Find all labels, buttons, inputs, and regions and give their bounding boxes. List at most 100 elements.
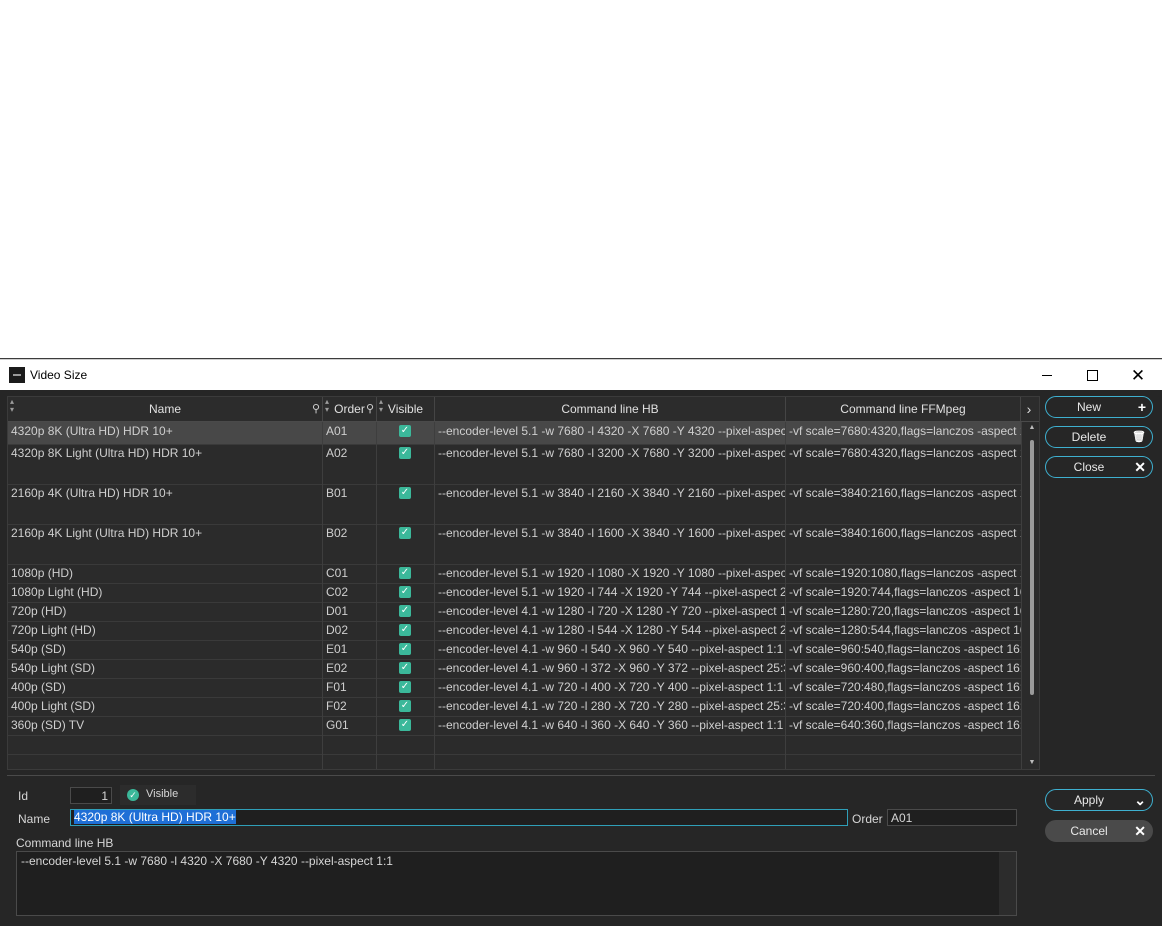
cell-name[interactable]: 540p Light (SD)	[8, 659, 323, 678]
visible-check-icon[interactable]: ✓	[399, 681, 411, 693]
cell-hb[interactable]: --encoder-level 4.1 -w 1280 -l 720 -X 12…	[435, 602, 786, 621]
cell-ffmpeg[interactable]: -vf scale=640:360,flags=lanczos -aspect …	[786, 716, 1022, 735]
cell-order[interactable]: C01	[323, 564, 377, 583]
name-field[interactable]: 4320p 8K (Ultra HD) HDR 10+	[70, 809, 848, 826]
visible-check-icon[interactable]: ✓	[399, 487, 411, 499]
cell-visible[interactable]: ✓	[377, 697, 435, 716]
cell-visible[interactable]: ✓	[377, 564, 435, 583]
id-field[interactable]	[70, 787, 112, 804]
cell-hb[interactable]: --encoder-level 4.1 -w 640 -l 360 -X 640…	[435, 716, 786, 735]
cell-order[interactable]: F01	[323, 678, 377, 697]
cell-visible[interactable]: ✓	[377, 602, 435, 621]
cell-ffmpeg[interactable]: -vf scale=720:480,flags=lanczos -aspect …	[786, 678, 1022, 697]
visible-check-icon[interactable]: ✓	[399, 567, 411, 579]
cell-visible[interactable]: ✓	[377, 659, 435, 678]
cell-name[interactable]: 2160p 4K Light (Ultra HD) HDR 10+	[8, 524, 323, 564]
visible-check-icon[interactable]: ✓	[399, 527, 411, 539]
table-row[interactable]: 2160p 4K (Ultra HD) HDR 10+ B01 ✓ --encoder…	[8, 484, 1022, 525]
table-row[interactable]: 720p (HD) D01 ✓ --encoder-level 4.1 -w 1280…	[8, 602, 1022, 622]
cell-visible[interactable]: ✓	[377, 640, 435, 659]
cell-name[interactable]: 400p (SD)	[8, 678, 323, 697]
cell-order[interactable]: G01	[323, 716, 377, 735]
cell-order[interactable]: B01	[323, 484, 377, 524]
minimize-button[interactable]	[1024, 360, 1070, 390]
apply-button[interactable]: Apply ⌄	[1045, 789, 1153, 811]
cell-order[interactable]: E02	[323, 659, 377, 678]
vertical-scrollbar[interactable]: ▲ ▼	[1025, 422, 1039, 769]
cell-order[interactable]: E01	[323, 640, 377, 659]
table-row[interactable]: 720p Light (HD) D02 ✓ --encoder-level 4.1 -…	[8, 621, 1022, 641]
cell-ffmpeg[interactable]: -vf scale=960:540,flags=lanczos -aspect …	[786, 640, 1022, 659]
table-row[interactable]: 4320p 8K Light (Ultra HD) HDR 10+ A02 ✓ --e…	[8, 444, 1022, 485]
cell-name[interactable]: 400p Light (SD)	[8, 697, 323, 716]
table-row[interactable]: 4320p 8K (Ultra HD) HDR 10+ A01 ✓ --encoder…	[8, 422, 1022, 445]
cell-hb[interactable]: --encoder-level 4.1 -w 1280 -l 544 -X 12…	[435, 621, 786, 640]
search-icon[interactable]: ⚲	[312, 397, 320, 421]
cell-visible[interactable]: ✓	[377, 484, 435, 524]
visible-check-icon[interactable]: ✓	[399, 425, 411, 437]
cell-visible[interactable]: ✓	[377, 621, 435, 640]
cell-visible[interactable]: ✓	[377, 524, 435, 564]
visible-check-icon[interactable]: ✓	[399, 447, 411, 459]
cell-ffmpeg[interactable]: -vf scale=1920:1080,flags=lanczos -aspec…	[786, 564, 1022, 583]
cell-ffmpeg[interactable]: -vf scale=720:400,flags=lanczos -aspect …	[786, 697, 1022, 716]
maximize-button[interactable]	[1069, 360, 1115, 390]
order-field[interactable]	[887, 809, 1017, 826]
table-row[interactable]: 540p Light (SD) E02 ✓ --encoder-level 4.1 -…	[8, 659, 1022, 679]
cell-order[interactable]: A02	[323, 444, 377, 484]
visible-check-icon[interactable]: ✓	[399, 586, 411, 598]
cancel-button[interactable]: Cancel ✕	[1045, 820, 1153, 842]
cell-hb[interactable]: --encoder-level 5.1 -w 3840 -l 2160 -X 3…	[435, 484, 786, 524]
video-size-grid[interactable]: ▴ ▾ Name ⚲ ▴ ▾ Order ⚲ ▴ ▾ Visible Command …	[7, 396, 1040, 770]
cell-hb[interactable]: --encoder-level 4.1 -w 960 -l 540 -X 960…	[435, 640, 786, 659]
table-row[interactable]: 400p Light (SD) F02 ✓ --encoder-level 4.1 -…	[8, 697, 1022, 717]
cell-visible[interactable]: ✓	[377, 583, 435, 602]
cell-ffmpeg[interactable]: -vf scale=7680:4320,flags=lanczos -aspec…	[786, 422, 1022, 444]
cell-name[interactable]: 720p Light (HD)	[8, 621, 323, 640]
cell-hb[interactable]: --encoder-level 5.1 -w 7680 -l 4320 -X 7…	[435, 422, 786, 444]
cell-visible[interactable]: ✓	[377, 678, 435, 697]
cell-name[interactable]: 1080p Light (HD)	[8, 583, 323, 602]
visible-check-icon[interactable]: ✓	[399, 662, 411, 674]
cell-name[interactable]: 2160p 4K (Ultra HD) HDR 10+	[8, 484, 323, 524]
cell-order[interactable]: C02	[323, 583, 377, 602]
cell-ffmpeg[interactable]: -vf scale=3840:1600,flags=lanczos -aspec…	[786, 524, 1022, 564]
cell-ffmpeg[interactable]: -vf scale=960:400,flags=lanczos -aspect …	[786, 659, 1022, 678]
table-row[interactable]: 1080p (HD) C01 ✓ --encoder-level 5.1 -w 192…	[8, 564, 1022, 584]
cell-ffmpeg[interactable]: -vf scale=7680:4320,flags=lanczos -aspec…	[786, 444, 1022, 484]
column-header-visible[interactable]: ▴ ▾ Visible	[377, 397, 435, 421]
cell-ffmpeg[interactable]: -vf scale=1920:744,flags=lanczos -aspect…	[786, 583, 1022, 602]
cell-name[interactable]: 4320p 8K Light (Ultra HD) HDR 10+	[8, 444, 323, 484]
cell-name[interactable]: 4320p 8K (Ultra HD) HDR 10+	[8, 422, 323, 444]
scrollbar-thumb[interactable]	[1030, 440, 1034, 695]
chevron-right-icon[interactable]: ›	[1020, 397, 1038, 421]
cell-hb[interactable]: --encoder-level 4.1 -w 960 -l 372 -X 960…	[435, 659, 786, 678]
delete-button[interactable]: Delete 🗑	[1045, 426, 1153, 448]
cell-visible[interactable]: ✓	[377, 716, 435, 735]
cell-order[interactable]: B02	[323, 524, 377, 564]
column-header-command-hb[interactable]: Command line HB	[435, 397, 786, 421]
scroll-up-icon[interactable]: ▲	[1025, 422, 1039, 434]
cell-ffmpeg[interactable]: -vf scale=3840:2160,flags=lanczos -aspec…	[786, 484, 1022, 524]
column-header-name[interactable]: ▴ ▾ Name ⚲	[8, 397, 323, 421]
visible-checkbox[interactable]: ✓ Visible	[120, 785, 196, 805]
cell-hb[interactable]: --encoder-level 5.1 -w 7680 -l 3200 -X 7…	[435, 444, 786, 484]
table-row[interactable]: 540p (SD) E01 ✓ --encoder-level 4.1 -w 960 …	[8, 640, 1022, 660]
close-window-button[interactable]: ✕	[1115, 360, 1161, 390]
title-bar[interactable]: Video Size ✕	[0, 359, 1162, 390]
visible-check-icon[interactable]: ✓	[399, 719, 411, 731]
cell-order[interactable]: D01	[323, 602, 377, 621]
cell-hb[interactable]: --encoder-level 5.1 -w 1920 -l 1080 -X 1…	[435, 564, 786, 583]
cell-hb[interactable]: --encoder-level 4.1 -w 720 -l 280 -X 720…	[435, 697, 786, 716]
table-row[interactable]: 360p (SD) TV G01 ✓ --encoder-level 4.1 -w 6…	[8, 716, 1022, 736]
cell-order[interactable]: F02	[323, 697, 377, 716]
table-row[interactable]: 400p (SD) F01 ✓ --encoder-level 4.1 -w 720 …	[8, 678, 1022, 698]
search-icon[interactable]: ⚲	[366, 397, 374, 421]
column-header-command-ffmpeg[interactable]: Command line FFMpeg	[786, 397, 1021, 421]
visible-check-icon[interactable]: ✓	[399, 605, 411, 617]
visible-check-icon[interactable]: ✓	[399, 700, 411, 712]
cell-ffmpeg[interactable]: -vf scale=1280:720,flags=lanczos -aspect…	[786, 602, 1022, 621]
cell-name[interactable]: 360p (SD) TV	[8, 716, 323, 735]
column-header-order[interactable]: ▴ ▾ Order ⚲	[323, 397, 377, 421]
cell-hb[interactable]: --encoder-level 4.1 -w 720 -l 400 -X 720…	[435, 678, 786, 697]
